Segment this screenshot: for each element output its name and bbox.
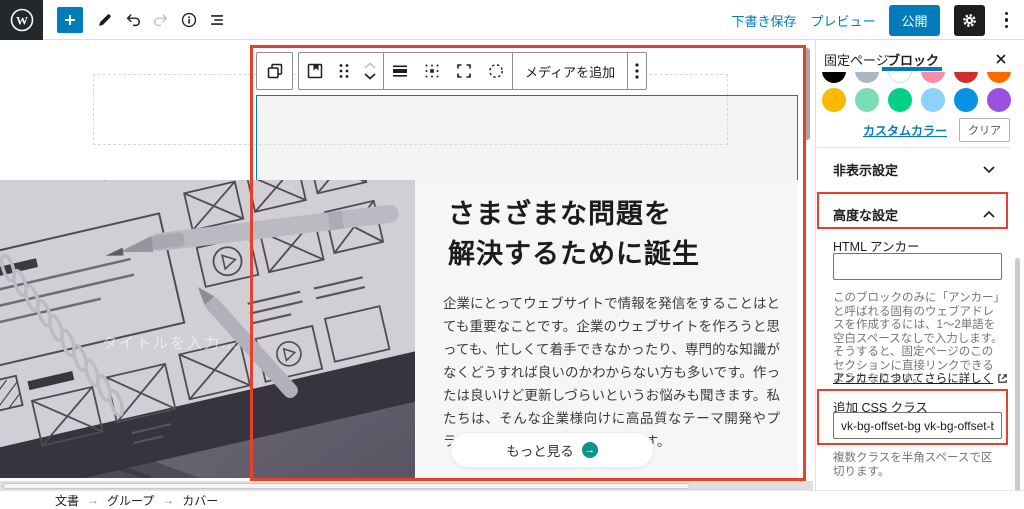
color-swatch[interactable]: [888, 72, 912, 83]
breadcrumb: 文書 → グループ → カバー: [0, 490, 1024, 509]
block-options-button[interactable]: [628, 53, 646, 89]
more-button-label: もっと見る: [506, 440, 574, 460]
css-help-text: 複数クラスを半角スペースで区切ります。: [833, 452, 1003, 479]
transform-blocks-icon: [265, 61, 285, 81]
css-class-input[interactable]: [833, 412, 1002, 439]
cover-title-placeholder[interactable]: タイトルを入力...: [102, 335, 240, 352]
color-palette-row-1: [822, 72, 1011, 83]
color-swatch[interactable]: [822, 72, 846, 83]
color-swatch[interactable]: [888, 88, 912, 112]
clear-color-button[interactable]: クリア: [959, 118, 1010, 142]
plus-icon: [63, 13, 77, 27]
publish-button[interactable]: 公開: [889, 5, 939, 36]
color-swatch[interactable]: [822, 88, 846, 112]
block-inserter-button[interactable]: [57, 7, 83, 33]
options-menu-button[interactable]: [999, 12, 1015, 29]
dot-grid-icon: [422, 61, 442, 81]
active-tab-indicator: [882, 67, 942, 71]
html-anchor-input[interactable]: [833, 253, 1002, 280]
undo-button[interactable]: [121, 8, 145, 32]
align-bars-icon: [390, 61, 410, 81]
anchor-docs-link[interactable]: アンカーについてさらに詳しく: [833, 370, 1008, 386]
breadcrumb-item[interactable]: グループ: [107, 492, 154, 509]
color-swatch[interactable]: [954, 88, 978, 112]
add-media-button[interactable]: メディアを追加: [513, 53, 627, 89]
redo-icon: [152, 11, 170, 29]
breadcrumb-item[interactable]: 文書: [55, 492, 79, 509]
tools-pencil-button[interactable]: [93, 8, 117, 32]
block-switcher-button[interactable]: [256, 52, 293, 90]
arrow-right-icon: →: [582, 442, 598, 458]
list-view-icon: [208, 11, 226, 29]
gear-icon: [961, 12, 978, 29]
settings-sidebar: 固定ページ ブロック カスタムカラー クリア 非表示設定 高度な設定: [815, 40, 1024, 509]
color-palette: [816, 72, 1012, 118]
chevron-down-icon: [982, 165, 996, 174]
wordpress-block-editor: W: [0, 0, 1024, 509]
sidebar-scrollbar[interactable]: [1015, 258, 1020, 509]
settings-button[interactable]: [954, 5, 985, 36]
external-link-icon: [997, 373, 1008, 384]
pencil-icon: [96, 11, 114, 29]
cover-heading[interactable]: さまざまな問題を 解決するために誕生: [448, 194, 700, 274]
corner-brackets-icon: [454, 61, 474, 81]
chevron-up-icon: [982, 210, 996, 219]
color-swatch[interactable]: [855, 72, 879, 83]
undo-icon: [124, 11, 142, 29]
anchor-docs-link-label: アンカーについてさらに詳しく: [833, 370, 993, 386]
color-swatch[interactable]: [954, 72, 978, 83]
color-swatch[interactable]: [921, 88, 945, 112]
color-palette-row-2: [822, 88, 1011, 112]
info-icon: [180, 11, 198, 29]
drag-dots-icon: [337, 62, 351, 80]
dashed-circle-icon: [486, 61, 506, 81]
cover-heading-line2: 解決するために誕生: [448, 234, 700, 274]
preview-button[interactable]: プレビュー: [810, 11, 875, 30]
focal-point-button[interactable]: [480, 53, 512, 89]
close-icon: [995, 53, 1007, 65]
wordpress-logo-icon[interactable]: W: [0, 0, 43, 40]
panel-advanced-settings[interactable]: 高度な設定: [816, 192, 1010, 237]
close-sidebar-button[interactable]: [992, 50, 1010, 68]
custom-color-link[interactable]: カスタムカラー: [863, 122, 947, 139]
color-swatch[interactable]: [987, 88, 1011, 112]
color-swatch[interactable]: [921, 72, 945, 83]
drag-handle[interactable]: [331, 53, 357, 89]
ellipsis-vertical-icon: [634, 62, 640, 80]
more-button[interactable]: もっと見る →: [450, 432, 654, 468]
details-button[interactable]: [177, 8, 201, 32]
hidden-settings-label: 非表示設定: [833, 160, 898, 179]
full-height-button[interactable]: [448, 53, 480, 89]
cover-heading-line1: さまざまな問題を: [448, 194, 700, 234]
save-draft-button[interactable]: 下書き保存: [731, 11, 796, 30]
ellipsis-icon: [1005, 12, 1009, 16]
list-view-button[interactable]: [205, 8, 229, 32]
svg-text:W: W: [16, 14, 28, 28]
select-parent-block-button[interactable]: [299, 53, 331, 89]
tab-page[interactable]: 固定ページ: [824, 50, 889, 69]
breadcrumb-item: カバー: [182, 492, 218, 509]
color-swatch[interactable]: [987, 72, 1011, 83]
redo-button[interactable]: [149, 8, 173, 32]
position-grid-button[interactable]: [416, 53, 448, 89]
breadcrumb-separator: →: [162, 493, 174, 507]
color-swatch[interactable]: [855, 88, 879, 112]
canvas-vertical-scrollbar[interactable]: [804, 48, 810, 140]
block-toolbar: メディアを追加: [298, 52, 647, 90]
cover-body-text[interactable]: 企業にとってウェブサイトで情報を発信をすることはとても重要なことです。企業のウェ…: [443, 292, 780, 453]
breadcrumb-separator: →: [87, 493, 99, 507]
canvas-horizontal-scrollbar[interactable]: [3, 483, 690, 489]
vertical-align-button[interactable]: [384, 53, 416, 89]
block-mover[interactable]: [357, 53, 383, 89]
advanced-settings-label: 高度な設定: [833, 205, 898, 224]
editor-canvas: タイトルを入力... さまざまな問題を 解決するために誕生 企業にとってウェブサ…: [0, 40, 815, 490]
cover-content-panel: さまざまな問題を 解決するために誕生 企業にとってウェブサイトで情報を発信をする…: [415, 180, 798, 478]
cover-image[interactable]: タイトルを入力...: [0, 180, 415, 478]
chevron-up-icon: [362, 61, 378, 71]
panel-hidden-settings[interactable]: 非表示設定: [816, 147, 1010, 192]
editor-topbar: W: [0, 0, 1024, 40]
chevron-down-icon: [362, 71, 378, 81]
bookmark-block-icon: [305, 61, 325, 81]
